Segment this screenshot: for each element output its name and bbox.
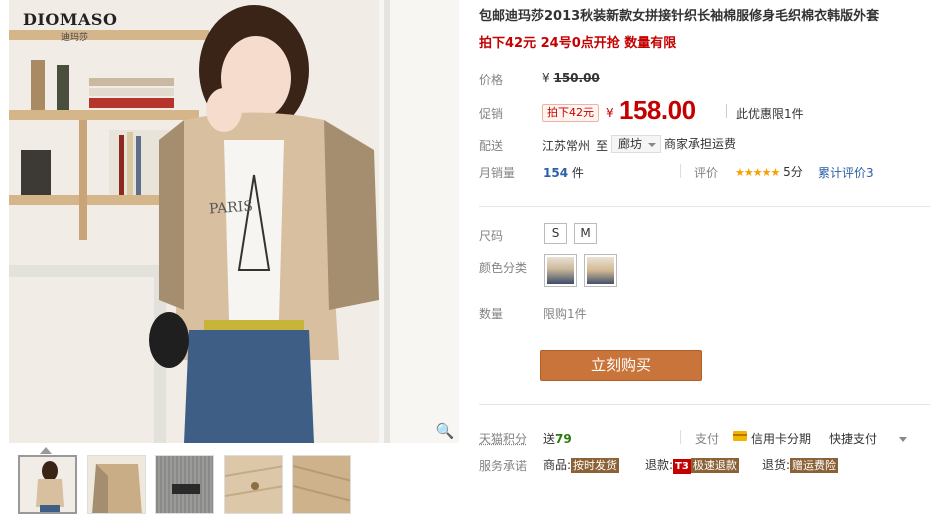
service-label: 服务承诺 (479, 459, 528, 473)
chevron-down-icon (648, 143, 657, 147)
promo-price: 158.00 (619, 95, 696, 125)
rating-stars-icon: ★★★★★ (735, 166, 780, 179)
card-installment[interactable]: 信用卡分期 (751, 430, 811, 447)
product-title: 包邮迪玛莎2013秋装新款女拼接针织长袖棉服修身毛织棉衣韩版外套 (479, 9, 880, 24)
monthly-sales-unit: 件 (571, 166, 584, 180)
service-goods[interactable]: 商品: 按时发货 (543, 456, 620, 473)
size-option-s[interactable]: S (544, 223, 567, 244)
points-prefix: 送 (543, 432, 556, 446)
buy-now-button[interactable]: 立刻购买 (540, 350, 702, 381)
promo-currency-symbol: ¥ (606, 106, 614, 120)
goods-label: 商品: (543, 458, 572, 472)
promo-label: 促销 (479, 107, 504, 121)
shipping-from: 江苏常州 (542, 139, 591, 153)
tmall-points-label[interactable]: 天猫积分 (479, 430, 527, 447)
image-caption: PARIS (208, 198, 254, 218)
fast-refund-badge: 极速退款 (690, 458, 739, 473)
promo-tag: 拍下42元 (542, 104, 599, 122)
tmall-points: 送79 (543, 430, 572, 447)
destination-value: 廊坊 (618, 137, 643, 151)
color-swatch-2 (587, 257, 614, 284)
product-photo (9, 0, 459, 443)
credit-card-icon (733, 431, 747, 441)
points-value: 79 (555, 432, 572, 446)
reviews-link[interactable]: 累计评价3 (818, 164, 874, 181)
price-divider (726, 104, 727, 118)
refund-label: 退款: (645, 458, 674, 472)
original-price-value: 150.00 (553, 71, 600, 85)
monthly-sales-count: 154 (543, 166, 569, 180)
product-subtitle: 拍下42元 24号0点开抢 数量有限 (479, 36, 677, 51)
ontime-shipping-badge: 按时发货 (571, 458, 620, 473)
monthly-sales: 154 件 (543, 164, 584, 181)
thumbnail-pointer (40, 447, 52, 454)
brand-logo: DIOMASO (23, 10, 118, 29)
price-label: 价格 (479, 73, 504, 87)
shipping-to-word: 至 (596, 139, 609, 153)
color-option-1[interactable] (544, 254, 577, 287)
service-refund[interactable]: 退款: T3 极速退款 (645, 456, 739, 474)
thumbnail-4[interactable] (224, 455, 283, 514)
points-divider (680, 430, 681, 444)
magnifier-icon[interactable]: 🔍 (435, 421, 455, 441)
pay-label: 支付 (695, 432, 720, 446)
rating-label: 评价 (694, 166, 719, 180)
sales-divider (680, 164, 681, 178)
quantity-limit: 限购1件 (543, 307, 587, 321)
rating-score: 5分 (783, 165, 803, 179)
size-label: 尺码 (479, 229, 504, 243)
color-option-2[interactable] (584, 254, 617, 287)
shipping-fee-note: 商家承担运费 (664, 137, 737, 151)
thumbnail-3[interactable] (155, 455, 214, 514)
size-option-m[interactable]: M (574, 223, 597, 244)
original-price: ¥ 150.00 (542, 71, 600, 85)
shipping-label: 配送 (479, 139, 504, 153)
currency-symbol: ¥ (542, 71, 550, 85)
service-return[interactable]: 退货: 赠运费险 (762, 456, 839, 473)
promo-limit: 此优惠限1件 (736, 107, 804, 121)
chevron-down-icon[interactable] (899, 437, 907, 442)
footer-divider (479, 404, 930, 405)
thumbnail-1[interactable] (18, 455, 77, 514)
return-label: 退货: (762, 458, 791, 472)
thumbnail-5[interactable] (292, 455, 351, 514)
quantity-label: 数量 (479, 307, 504, 321)
brand-logo-cn: 迪玛莎 (61, 33, 89, 43)
quick-pay[interactable]: 快捷支付 (829, 430, 877, 447)
color-swatch-1 (547, 257, 574, 284)
destination-select[interactable]: 廊坊 (611, 135, 662, 153)
shipping-insurance-badge: 赠运费险 (790, 458, 839, 473)
color-label: 颜色分类 (479, 261, 528, 275)
t3-badge: T3 (673, 459, 691, 474)
thumbnail-2[interactable] (87, 455, 146, 514)
monthly-sales-label: 月销量 (479, 166, 516, 180)
section-divider (479, 206, 930, 207)
product-main-image[interactable]: DIOMASO 迪玛莎 PARIS 🔍 (9, 0, 459, 443)
rating: ★★★★★ 5分 (735, 163, 803, 180)
